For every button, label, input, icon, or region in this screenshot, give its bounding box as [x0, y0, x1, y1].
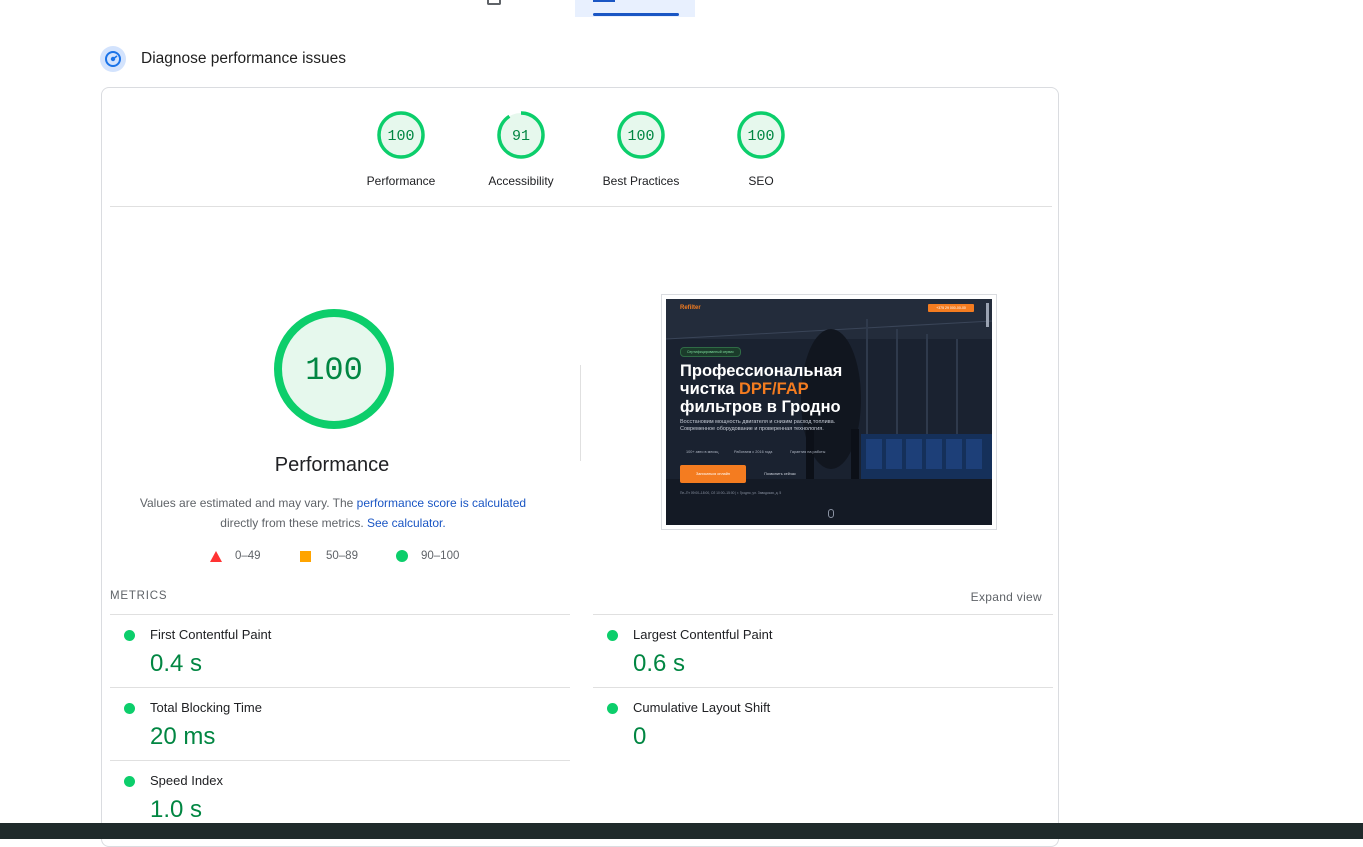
- gauge-accessibility[interactable]: 91 Accessibility: [471, 110, 571, 188]
- metric-cls: Cumulative Layout Shift 0: [593, 687, 1053, 760]
- score-calculated-link[interactable]: performance score is calculated: [357, 496, 526, 510]
- legend-range: 90–100: [421, 550, 460, 562]
- gauge-value: 91: [512, 128, 530, 145]
- active-tab-indicator: [593, 13, 679, 16]
- gauge-value: 100: [627, 128, 654, 145]
- page-screenshot[interactable]: Refilter +375 29 000-00-00 Сертифицирова…: [661, 294, 997, 530]
- metric-name: Cumulative Layout Shift: [633, 700, 771, 715]
- gauge-performance[interactable]: 100 Performance: [351, 110, 451, 188]
- mobile-icon[interactable]: [487, 0, 501, 5]
- heading-line: Профессиональная: [680, 362, 843, 380]
- device-tab-bar: [0, 0, 1363, 18]
- screenshot-phone-button: +375 29 000-00-00: [928, 304, 974, 312]
- vertical-divider: [580, 365, 581, 461]
- performance-title: Performance: [274, 454, 390, 476]
- triangle-icon: [210, 550, 222, 562]
- score-gauges: 100 Performance 91 Accessibility 100 Bes…: [102, 110, 1058, 190]
- metric-value: 0.4 s: [150, 650, 203, 677]
- pass-circle-icon: [607, 703, 618, 714]
- heading-line: фильтров в Гродно: [680, 398, 841, 416]
- gauge-label: SEO: [748, 174, 774, 188]
- pass-circle-icon: [124, 630, 135, 641]
- legend-average: 50–89: [300, 550, 358, 562]
- performance-note: Values are estimated and may vary. The p…: [122, 493, 544, 533]
- screenshot-cta-primary: Записаться онлайн: [680, 465, 746, 483]
- os-taskbar: [0, 823, 1363, 839]
- gauge-value: 100: [747, 128, 774, 145]
- stat: Гарантия на работы: [790, 450, 826, 454]
- heading-accent: DPF/FAP: [739, 380, 809, 398]
- metric-tbt: Total Blocking Time 20 ms: [110, 687, 570, 760]
- stat: Работаем с 2016 года: [734, 450, 773, 454]
- screenshot-badge: Сертифицированный сервис: [680, 347, 741, 357]
- report-card: 100 Performance 91 Accessibility 100 Bes…: [101, 87, 1059, 847]
- performance-score: 100: [305, 352, 363, 389]
- metric-value: 20 ms: [150, 723, 216, 750]
- metric-fcp: First Contentful Paint 0.4 s: [110, 614, 570, 687]
- legend-fail: 0–49: [210, 550, 261, 562]
- divider: [110, 206, 1052, 207]
- pass-circle-icon: [124, 776, 135, 787]
- metric-value: 1.0 s: [150, 796, 203, 823]
- screenshot-logo: Refilter: [680, 305, 701, 311]
- screenshot-subtext: Восстановим мощность двигателя и снизим …: [680, 419, 836, 432]
- legend-range: 50–89: [326, 550, 358, 562]
- metrics-heading: METRICS: [110, 590, 168, 602]
- gauge-label: Accessibility: [488, 174, 554, 188]
- performance-gauge-large: 100: [272, 307, 396, 431]
- note-text: Values are estimated and may vary. The: [139, 496, 357, 510]
- circle-icon: [396, 550, 408, 562]
- metric-name: Largest Contentful Paint: [633, 627, 773, 642]
- screenshot-canvas: Refilter +375 29 000-00-00 Сертифицирова…: [666, 299, 992, 525]
- heading-part: чистка: [680, 380, 739, 398]
- desktop-icon: [593, 0, 615, 2]
- heading-line: чистка DPF/FAP: [680, 380, 842, 398]
- gauge-label: Performance: [366, 174, 436, 188]
- gauge-value: 100: [387, 128, 414, 145]
- page-title: Diagnose performance issues: [141, 50, 347, 67]
- metric-value: 0: [633, 723, 647, 750]
- gauge-ring: 100: [617, 111, 665, 159]
- tab-desktop[interactable]: [575, 0, 695, 17]
- gauge-ring: 100: [737, 111, 785, 159]
- screenshot-cta-secondary: Позвонить сейчас: [764, 472, 796, 476]
- note-text: directly from these metrics.: [220, 516, 367, 530]
- speedometer-icon: [100, 46, 126, 72]
- gauge-best-practices[interactable]: 100 Best Practices: [591, 110, 691, 188]
- legend-range: 0–49: [235, 550, 261, 562]
- stat: 100+ авто в месяц: [686, 450, 719, 454]
- pass-circle-icon: [607, 630, 618, 641]
- screenshot-heading: Профессиональная чистка DPF/FAP фильтров…: [680, 362, 842, 416]
- gauge-ring: 100: [377, 111, 425, 159]
- metric-lcp: Largest Contentful Paint 0.6 s: [593, 614, 1053, 687]
- metric-name: Speed Index: [150, 773, 224, 788]
- diagnose-header: Diagnose performance issues: [100, 45, 346, 73]
- score-legend: 0–49 50–89 90–100: [210, 550, 470, 568]
- legend-pass: 90–100: [396, 550, 459, 562]
- see-calculator-link[interactable]: See calculator.: [367, 516, 446, 530]
- metric-name: First Contentful Paint: [150, 627, 272, 642]
- pass-circle-icon: [124, 703, 135, 714]
- metric-name: Total Blocking Time: [150, 700, 262, 715]
- expand-view-button[interactable]: Expand view: [971, 590, 1042, 604]
- square-icon: [300, 550, 311, 562]
- gauge-ring: 91: [497, 111, 545, 159]
- scroll-mouse-icon: [828, 509, 834, 518]
- gauge-label: Best Practices: [602, 174, 680, 188]
- gauge-seo[interactable]: 100 SEO: [711, 110, 811, 188]
- screenshot-footer: Пн–Пт 09:00–18:00, Сб 10:00–15:00 | г. Г…: [680, 491, 782, 495]
- metric-value: 0.6 s: [633, 650, 686, 677]
